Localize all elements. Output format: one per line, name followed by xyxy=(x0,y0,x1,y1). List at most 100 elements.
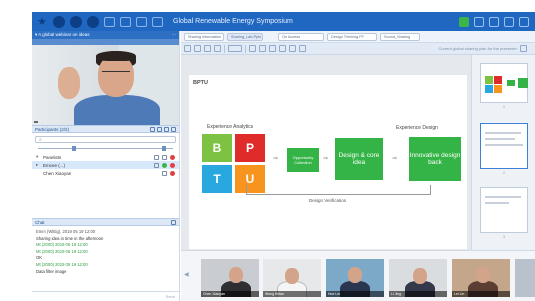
arrow-1: ⇒ xyxy=(273,156,279,162)
slide-thumbnail-3[interactable] xyxy=(480,187,528,233)
copy-icon[interactable] xyxy=(194,45,201,52)
expand-caret[interactable]: ▸ xyxy=(36,162,40,168)
volume-slider[interactable] xyxy=(38,146,173,151)
presenter-hand-ok-gesture xyxy=(58,67,80,99)
collapse-icon[interactable] xyxy=(171,126,176,132)
thumb-block xyxy=(494,85,502,93)
participant-row-emcee[interactable]: ▸ Emcee (...) xyxy=(32,161,179,169)
chat-meta: Mt (2000) 2019 05 19 12:00 xyxy=(36,242,88,248)
participant-search-input[interactable]: ⌕ xyxy=(35,136,176,143)
shape-icon[interactable] xyxy=(269,45,276,52)
presenter-video[interactable] xyxy=(32,45,179,125)
slide-thumbnail-1[interactable] xyxy=(480,63,528,103)
panel-options-icon[interactable]: ⋯ xyxy=(172,32,177,38)
add-participant-icon[interactable] xyxy=(150,126,155,132)
zoom-icon[interactable] xyxy=(228,45,242,52)
strip-left-arrow-icon[interactable]: ◀ xyxy=(184,271,189,278)
slider-handle[interactable] xyxy=(71,146,76,151)
camera-icon[interactable] xyxy=(154,162,159,168)
chat-input[interactable]: Send xyxy=(32,291,179,301)
search-icon[interactable] xyxy=(520,45,527,52)
thumb-lines xyxy=(485,144,523,146)
chat-message: Mt (2000) 2019 05 19 12:00 OK xyxy=(36,249,175,262)
participant-name: Panelists xyxy=(43,154,62,160)
chat-options-icon[interactable] xyxy=(171,219,176,225)
label-experience-design: Experience Design xyxy=(396,125,438,131)
block-design-core-idea: Design & core idea xyxy=(335,138,383,180)
tab-on-access[interactable]: On Access xyxy=(278,32,324,41)
video-icon[interactable] xyxy=(70,15,82,28)
hand-raise-icon[interactable] xyxy=(170,162,175,168)
chat-text: OK xyxy=(36,255,43,261)
participant-group-panelists[interactable]: ▾ Panelists xyxy=(32,153,179,161)
settings-icon[interactable] xyxy=(152,16,163,27)
left-panel: ▾ A global webinar on ideas ⋯ Participan… xyxy=(32,31,180,301)
thumb-lines xyxy=(485,138,515,140)
block-opportunity: Opportunity Collection xyxy=(287,148,319,172)
slide-stage: BPTU Experience Analytics Experience Des… xyxy=(181,55,471,250)
print-icon[interactable] xyxy=(214,45,221,52)
video-tile-5[interactable]: Lei Lin xyxy=(452,259,510,297)
camera-icon[interactable] xyxy=(154,154,159,160)
cut-icon[interactable] xyxy=(184,45,191,52)
screen-icon[interactable] xyxy=(162,154,167,160)
video-tile-2[interactable]: Wong Ketan xyxy=(263,259,321,297)
presenter-glasses xyxy=(102,71,130,77)
user-icon[interactable] xyxy=(489,16,499,27)
layout-switch-icon[interactable] xyxy=(474,16,484,27)
minimize-icon[interactable] xyxy=(519,16,529,27)
chat-header[interactable]: Chat xyxy=(32,218,179,226)
participant-row-chen[interactable]: Chen Xiaoyan xyxy=(32,169,179,177)
label-experience-analytics: Experience Analytics xyxy=(207,124,254,130)
slide-thumbnails: 1 2 3 xyxy=(471,55,535,250)
camera-icon[interactable] xyxy=(162,170,167,176)
slider-handle-end[interactable] xyxy=(162,146,167,151)
star-icon[interactable]: ★ xyxy=(36,16,48,28)
eraser-icon[interactable] xyxy=(299,45,306,52)
video-tile-name: Hue Lin xyxy=(326,291,384,297)
toolbar-divider xyxy=(224,44,225,53)
tab-sound-sharing[interactable]: Sound_Sharing xyxy=(380,32,420,41)
fullscreen-icon[interactable] xyxy=(504,16,514,27)
mic-muted-icon[interactable] xyxy=(170,154,175,160)
window-title: Global Renewable Energy Symposium xyxy=(173,18,293,25)
chat-message: Mt (2000) 2019 05 19 12:00 Data filter i… xyxy=(36,262,175,275)
video-tile-1[interactable]: Chen Xiaoyan xyxy=(201,259,259,297)
video-tile-6-partial[interactable] xyxy=(515,259,535,297)
tile-person-head xyxy=(229,267,243,283)
tab-sharing-info[interactable]: Sharing information xyxy=(184,32,224,41)
pen-icon[interactable] xyxy=(259,45,266,52)
mute-all-icon[interactable] xyxy=(157,126,162,132)
send-button[interactable]: Send xyxy=(166,294,175,299)
chat-text: Sharing idea in time in the afternoon xyxy=(36,235,104,241)
mic-muted-icon[interactable] xyxy=(170,170,175,176)
text-icon[interactable] xyxy=(279,45,286,52)
video-tile-3[interactable]: Hue Lin xyxy=(326,259,384,297)
video-strip: ◀ Chen Xiaoyan Wong Ketan Hue Lin Li Jin… xyxy=(181,250,535,301)
arrow-3: ⇒ xyxy=(392,156,398,162)
grid-icon[interactable] xyxy=(120,16,131,27)
block-b: B xyxy=(202,134,232,162)
record-icon[interactable] xyxy=(136,16,147,27)
highlighter-icon[interactable] xyxy=(289,45,296,52)
tile-person-head xyxy=(413,268,427,284)
video-tile-4[interactable]: Li Jing xyxy=(389,259,447,297)
save-icon[interactable] xyxy=(204,45,211,52)
thumb-lines xyxy=(485,202,509,204)
expand-caret[interactable]: ▾ xyxy=(36,154,40,160)
mic-active-icon[interactable] xyxy=(162,162,167,168)
tab-design-thinking[interactable]: Design Thinking.PT xyxy=(327,32,377,41)
title-bar: ★ Global Renewable Energy Symposium xyxy=(32,12,535,31)
participants-header[interactable]: Participants (2/2) xyxy=(32,125,179,133)
tab-sharing-lab[interactable]: Sharing_Lab.Pptx xyxy=(227,32,263,41)
list-view-icon[interactable] xyxy=(164,126,169,132)
thumb-lines xyxy=(485,196,521,198)
chat-title: Chat xyxy=(35,219,45,225)
block-p: P xyxy=(235,134,265,162)
pointer-icon[interactable] xyxy=(249,45,256,52)
share-icon[interactable] xyxy=(53,15,65,28)
slide-thumbnail-2[interactable] xyxy=(480,123,528,169)
microphone-icon[interactable] xyxy=(87,15,99,28)
layout-icon[interactable] xyxy=(104,16,115,27)
chat-message: Mt (2000) 2019 05 19 12:00 xyxy=(36,242,175,249)
